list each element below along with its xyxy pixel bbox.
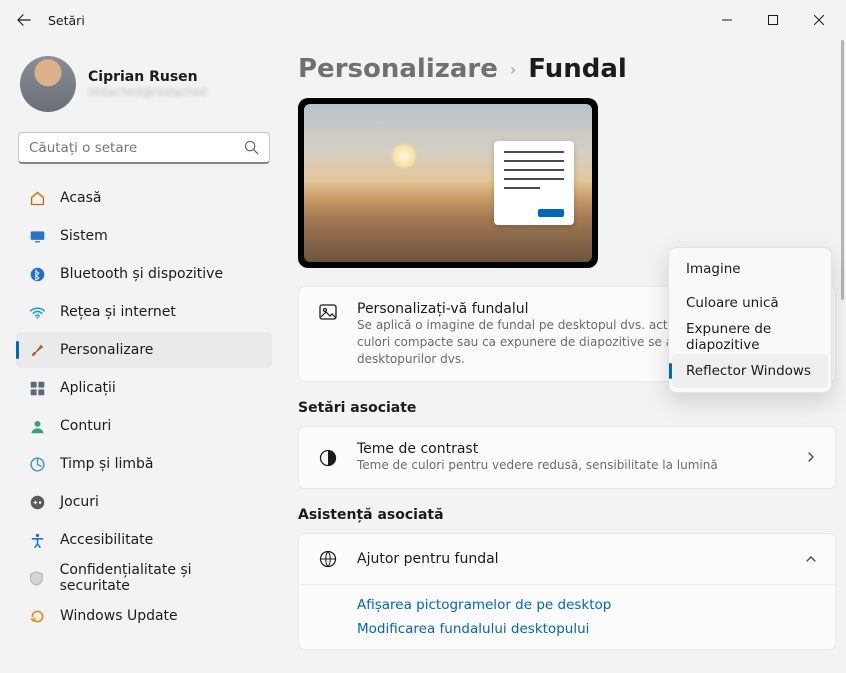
search-box[interactable] xyxy=(18,132,270,164)
chevron-right-icon: › xyxy=(510,60,516,79)
sidebar-item-network[interactable]: Rețea și internet xyxy=(16,294,272,330)
card-title: Ajutor pentru fundal xyxy=(357,551,787,567)
sidebar-item-label: Rețea și internet xyxy=(60,304,176,320)
maximize-icon xyxy=(768,15,778,25)
image-icon xyxy=(317,301,339,323)
background-preview xyxy=(298,98,598,268)
assist-header: Asistență asociată xyxy=(298,507,836,523)
maximize-button[interactable] xyxy=(750,0,796,40)
sidebar-item-accounts[interactable]: Conturi xyxy=(16,408,272,444)
preview-window xyxy=(494,141,574,225)
arrow-left-icon xyxy=(17,13,31,27)
shield-icon xyxy=(28,569,46,587)
system-icon xyxy=(28,227,46,245)
gamepad-icon xyxy=(28,493,46,511)
profile[interactable]: Ciprian Rusen redacted@redacted xyxy=(16,50,272,128)
sidebar: Ciprian Rusen redacted@redacted Acasă Si… xyxy=(0,40,280,673)
page-title: Fundal xyxy=(528,54,627,84)
sidebar-item-personalize[interactable]: Personalizare xyxy=(16,332,272,368)
globe-clock-icon xyxy=(28,455,46,473)
sidebar-item-label: Accesibilitate xyxy=(60,532,153,548)
back-button[interactable] xyxy=(4,0,44,40)
close-button[interactable] xyxy=(796,0,842,40)
sidebar-item-apps[interactable]: Aplicații xyxy=(16,370,272,406)
contrast-themes-card[interactable]: Teme de contrast Teme de culori pentru v… xyxy=(298,426,836,489)
minimize-button[interactable] xyxy=(704,0,750,40)
contrast-icon xyxy=(317,447,339,469)
sidebar-item-accessibility[interactable]: Accesibilitate xyxy=(16,522,272,558)
wifi-icon xyxy=(28,303,46,321)
breadcrumb: Personalizare › Fundal xyxy=(298,54,836,84)
globe-help-icon xyxy=(317,548,339,570)
sidebar-item-label: Acasă xyxy=(60,190,101,206)
dropdown-option-spotlight[interactable]: Reflector Windows xyxy=(672,354,828,388)
sidebar-item-home[interactable]: Acasă xyxy=(16,180,272,216)
brush-icon xyxy=(28,341,46,359)
window-controls xyxy=(704,0,842,40)
apps-icon xyxy=(28,379,46,397)
profile-email: redacted@redacted xyxy=(88,85,207,99)
scrollbar[interactable] xyxy=(841,40,844,300)
help-card: Ajutor pentru fundal Afișarea pictograme… xyxy=(298,533,836,650)
sidebar-item-privacy[interactable]: Confidențialitate și securitate xyxy=(16,560,272,596)
sidebar-item-label: Personalizare xyxy=(60,342,153,358)
sidebar-item-bluetooth[interactable]: Bluetooth și dispozitive xyxy=(16,256,272,292)
help-toggle-row[interactable]: Ajutor pentru fundal xyxy=(299,534,835,584)
sidebar-item-label: Aplicații xyxy=(60,380,116,396)
bluetooth-icon xyxy=(28,265,46,283)
titlebar: Setări xyxy=(0,0,846,40)
close-icon xyxy=(814,15,824,25)
background-type-dropdown: Imagine Culoare unică Expunere de diapoz… xyxy=(668,247,832,393)
help-link[interactable]: Afișarea pictogramelor de pe desktop xyxy=(357,597,817,613)
dropdown-option-picture[interactable]: Imagine xyxy=(672,252,828,286)
sidebar-item-label: Bluetooth și dispozitive xyxy=(60,266,223,282)
related-header: Setări asociate xyxy=(298,400,836,416)
sidebar-item-label: Sistem xyxy=(60,228,108,244)
chevron-right-icon xyxy=(805,448,817,467)
search-input[interactable] xyxy=(29,140,244,156)
sidebar-item-time[interactable]: Timp și limbă xyxy=(16,446,272,482)
search-icon xyxy=(244,140,259,155)
breadcrumb-parent[interactable]: Personalizare xyxy=(298,54,498,84)
card-subtitle: Teme de culori pentru vedere redusă, sen… xyxy=(357,457,787,474)
sidebar-item-update[interactable]: Windows Update xyxy=(16,598,272,634)
avatar xyxy=(20,56,76,112)
app-title: Setări xyxy=(48,13,85,28)
accessibility-icon xyxy=(28,531,46,549)
update-icon xyxy=(28,607,46,625)
profile-name: Ciprian Rusen xyxy=(88,69,207,85)
card-title: Teme de contrast xyxy=(357,441,787,457)
help-link[interactable]: Modificarea fundalului desktopului xyxy=(357,621,817,637)
minimize-icon xyxy=(722,15,732,25)
main-content: Personalizare › Fundal xyxy=(280,40,846,673)
person-icon xyxy=(28,417,46,435)
home-icon xyxy=(28,189,46,207)
sidebar-item-label: Conturi xyxy=(60,418,111,434)
chevron-up-icon xyxy=(805,550,817,569)
sidebar-item-gaming[interactable]: Jocuri xyxy=(16,484,272,520)
dropdown-option-slideshow[interactable]: Expunere de diapozitive xyxy=(672,320,828,354)
dropdown-option-solid[interactable]: Culoare unică xyxy=(672,286,828,320)
sidebar-item-label: Confidențialitate și securitate xyxy=(60,562,262,594)
sidebar-item-system[interactable]: Sistem xyxy=(16,218,272,254)
sidebar-item-label: Timp și limbă xyxy=(60,456,154,472)
sidebar-item-label: Jocuri xyxy=(60,494,99,510)
sidebar-item-label: Windows Update xyxy=(60,608,178,624)
nav-list: Acasă Sistem Bluetooth și dispozitive Re… xyxy=(16,180,272,634)
